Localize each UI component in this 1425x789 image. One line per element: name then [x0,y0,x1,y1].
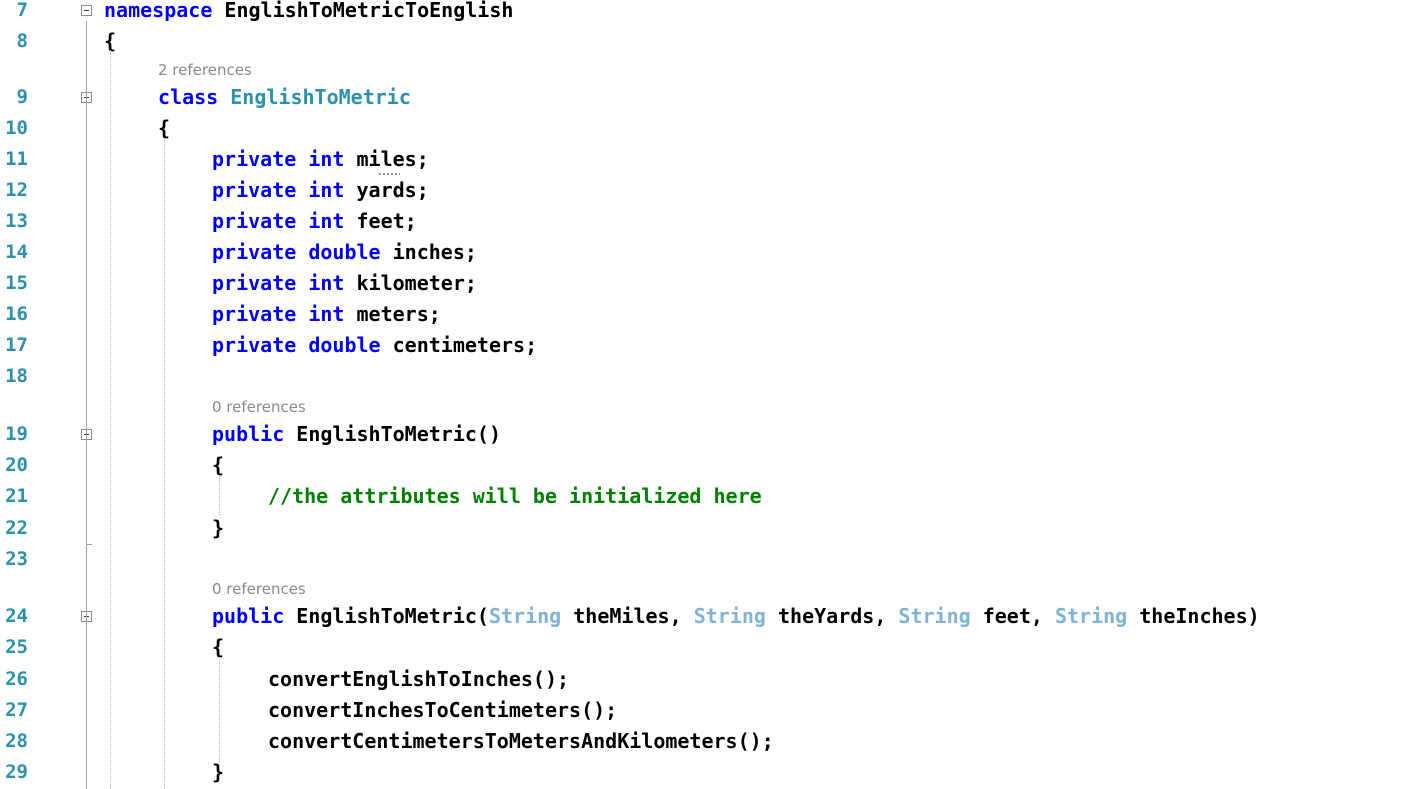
code-line: 12 private int yards; [0,175,1425,206]
line-number: 26 [5,668,28,690]
line-number: 11 [5,148,28,170]
line-number: 20 [5,454,28,476]
indent-guide [219,657,220,770]
line-number: 8 [16,30,28,52]
code-text[interactable]: private double inches; [212,237,477,268]
line-number: 21 [5,485,28,507]
line-number: 19 [5,423,28,445]
line-number: 25 [5,636,28,658]
codelens-references[interactable]: 0 references [212,394,306,420]
code-line: 26 convertEnglishToInches(); [0,664,1425,695]
code-line: 24 public EnglishToMetric(String theMiles… [0,601,1425,632]
line-number: 16 [5,303,28,325]
code-line: 20{ [0,450,1425,481]
code-text[interactable]: //the attributes will be initialized her… [268,481,762,512]
code-text[interactable]: convertInchesToCentimeters(); [268,695,617,726]
code-editor[interactable]: 7 namespace EnglishToMetricToEnglish 8{2 r… [0,0,1425,789]
code-line: 13 private int feet; [0,206,1425,237]
code-line: 21 //the attributes will be initialized h… [0,481,1425,512]
line-number: 9 [16,86,28,108]
code-line: 22} [0,513,1425,544]
line-number: 14 [5,241,28,263]
code-line: 25{ [0,632,1425,663]
code-line: 18 [0,361,1425,392]
line-number: 23 [5,548,28,570]
code-text[interactable]: public EnglishToMetric() [212,419,501,450]
code-text[interactable]: convertEnglishToInches(); [268,664,569,695]
line-number: 27 [5,699,28,721]
code-text[interactable]: private int feet; [212,206,417,237]
code-text[interactable]: convertCentimetersToMetersAndKilometers(… [268,726,774,757]
line-number: 29 [5,761,28,783]
code-line: 15 private int kilometer; [0,268,1425,299]
code-line: 10{ [0,113,1425,144]
code-line: 17 private double centimeters; [0,330,1425,361]
code-text[interactable]: private int yards; [212,175,429,206]
outline-end-tick [86,544,92,545]
line-number: 10 [5,117,28,139]
code-line: 11 private int miles; [0,144,1425,175]
code-text[interactable]: private int kilometer; [212,268,477,299]
line-number: 7 [16,0,28,21]
code-text[interactable]: namespace EnglishToMetricToEnglish [104,0,513,26]
outline-connector [86,21,87,789]
code-text[interactable]: private int meters; [212,299,441,330]
line-number: 28 [5,730,28,752]
code-line: 8{ [0,26,1425,57]
line-number: 22 [5,517,28,539]
line-number: 12 [5,179,28,201]
collapse-outline-icon[interactable] [81,5,92,16]
code-line: 14 private double inches; [0,237,1425,268]
code-text[interactable]: class EnglishToMetric [158,82,411,113]
code-line: 27 convertInchesToCentimeters(); [0,695,1425,726]
code-text[interactable]: private double centimeters; [212,330,537,361]
code-line: 28 convertCentimetersToMetersAndKilometer… [0,726,1425,757]
line-number: 15 [5,272,28,294]
code-text[interactable]: public EnglishToMetric(String theMiles, … [212,601,1260,632]
line-number: 13 [5,210,28,232]
code-line: 19 public EnglishToMetric() [0,419,1425,450]
line-number: 17 [5,334,28,356]
suggestion-dots[interactable] [378,172,400,176]
codelens-references[interactable]: 2 references [158,57,252,83]
indent-guide [164,138,165,789]
indent-guide [219,475,220,515]
code-line: 9 class EnglishToMetric [0,82,1425,113]
indent-guide [110,50,111,789]
code-line: 16 private int meters; [0,299,1425,330]
codelens-references[interactable]: 0 references [212,576,306,602]
code-text[interactable]: private int miles; [212,144,429,175]
line-number: 18 [5,365,28,387]
code-line: 23 [0,544,1425,575]
code-line: 29} [0,757,1425,788]
line-number: 24 [5,605,28,627]
code-line: 7 namespace EnglishToMetricToEnglish [0,0,1425,26]
code-text[interactable]: } [212,513,224,544]
